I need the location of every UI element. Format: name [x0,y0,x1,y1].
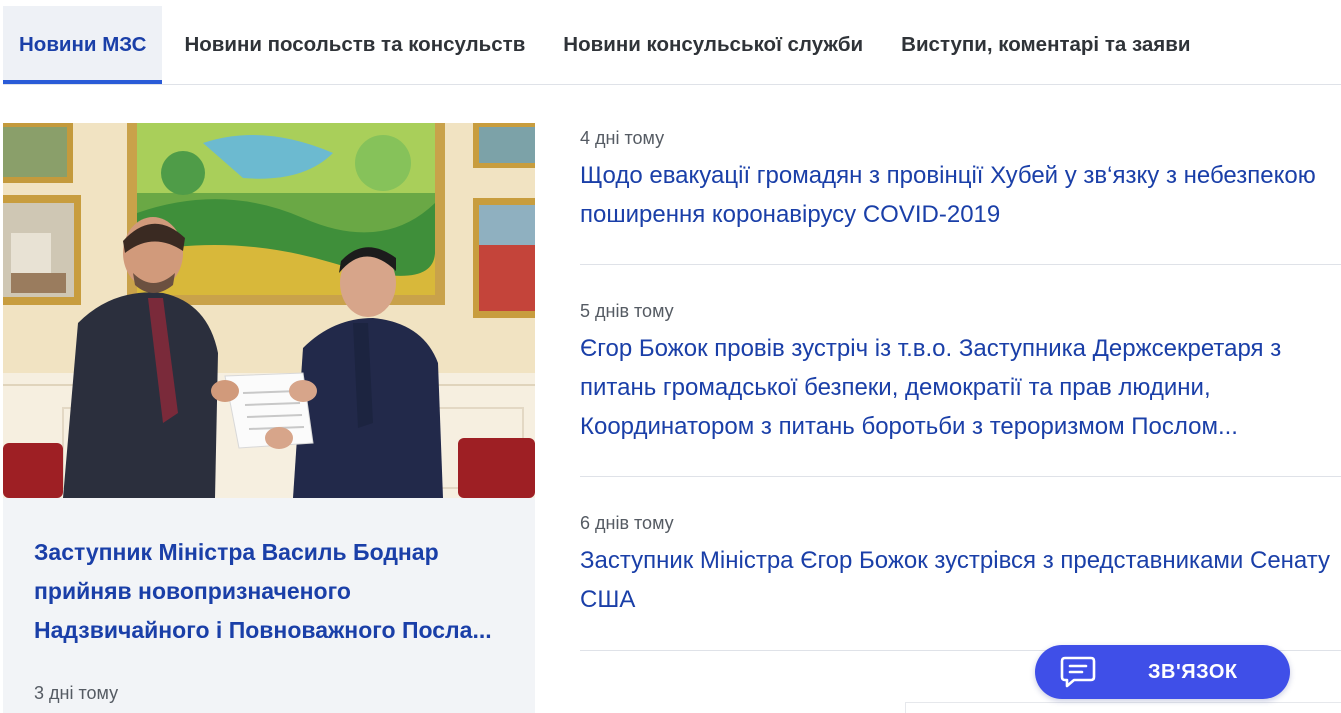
featured-article-date: 3 дні тому [34,683,119,703]
featured-article-card[interactable]: Заступник Міністра Василь Боднар прийняв… [3,123,535,713]
news-item: 5 днів тому Єгор Божок провів зустріч із… [580,301,1341,446]
news-item: 4 дні тому Щодо евакуації громадян з про… [580,128,1341,234]
tabs-divider [3,84,1341,85]
contact-button-label: ЗВ'ЯЗОК [1148,660,1238,683]
news-item-title[interactable]: Єгор Божок провів зустріч із т.в.о. Заст… [580,329,1341,446]
chat-icon [1060,655,1096,689]
contact-button[interactable]: ЗВ'ЯЗОК [1035,645,1290,699]
tab-statements[interactable]: Виступи, коментарі та заяви [885,6,1206,84]
featured-article-photo [3,123,535,498]
news-item: 6 днів тому Заступник Міністра Єгор Божо… [580,513,1341,619]
news-item-title[interactable]: Щодо евакуації громадян з провінції Хубе… [580,156,1341,234]
tab-embassy-news[interactable]: Новини посольств та консульств [168,6,541,84]
news-item-date: 4 дні тому [580,128,665,148]
news-item-title[interactable]: Заступник Міністра Єгор Божок зустрівся … [580,541,1341,619]
news-tabs: Новини МЗС Новини посольств та консульст… [3,6,1206,84]
chat-panel-edge [905,702,1341,713]
news-item-date: 5 днів тому [580,301,674,321]
tab-consular-news[interactable]: Новини консульської служби [547,6,879,84]
news-item-date: 6 днів тому [580,513,674,533]
tab-mfa-news[interactable]: Новини МЗС [3,6,163,84]
featured-article-title[interactable]: Заступник Міністра Василь Боднар прийняв… [34,533,514,650]
